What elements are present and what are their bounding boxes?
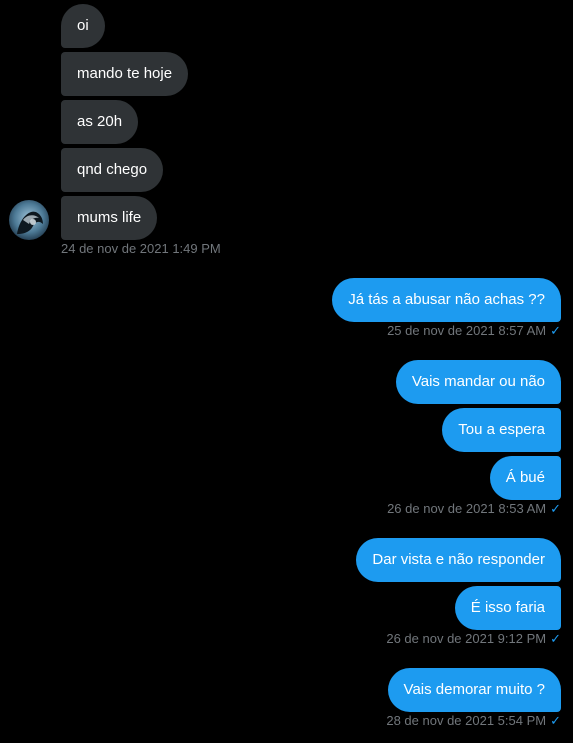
outgoing-message[interactable]: Vais mandar ou não [395, 360, 561, 404]
incoming-message[interactable]: mando te hoje [61, 52, 189, 96]
outgoing-timestamp: 28 de nov de 2021 5:54 PM ✓ [386, 713, 561, 729]
message-text: qnd chego [77, 161, 148, 178]
outgoing-timestamp: 26 de nov de 2021 9:12 PM ✓ [386, 631, 561, 647]
message-text: Vais mandar ou não [411, 373, 545, 390]
outgoing-message[interactable]: É isso faria [454, 586, 561, 630]
message-text: Dar vista e não responder [372, 551, 545, 568]
timestamp-text: 28 de nov de 2021 5:54 PM [386, 713, 547, 728]
message-text: É isso faria [470, 599, 545, 616]
checkmark-icon: ✓ [550, 713, 561, 728]
timestamp-text: 25 de nov de 2021 8:57 AM [387, 323, 547, 338]
message-text: Já tás a abusar não achas ?? [348, 291, 545, 308]
message-text: Á bué [505, 469, 545, 486]
incoming-message[interactable]: oi [61, 4, 105, 48]
message-text: as 20h [77, 113, 123, 130]
outgoing-message[interactable]: Dar vista e não responder [356, 538, 561, 582]
checkmark-icon: ✓ [550, 631, 561, 646]
checkmark-icon: ✓ [550, 323, 561, 338]
outgoing-timestamp: 25 de nov de 2021 8:57 AM ✓ [387, 323, 561, 339]
message-text: mando te hoje [77, 65, 173, 82]
outgoing-message[interactable]: Vais demorar muito ? [387, 668, 561, 712]
outgoing-timestamp: 26 de nov de 2021 8:53 AM ✓ [387, 501, 561, 517]
incoming-message[interactable]: mums life [61, 196, 158, 240]
timestamp-text: 26 de nov de 2021 8:53 AM [387, 501, 547, 516]
outgoing-message[interactable]: Tou a espera [442, 408, 561, 452]
avatar-image [9, 200, 49, 240]
timestamp-text: 26 de nov de 2021 9:12 PM [386, 631, 547, 646]
checkmark-icon: ✓ [550, 501, 561, 516]
message-text: Tou a espera [458, 421, 545, 438]
outgoing-message[interactable]: Á bué [489, 456, 561, 500]
message-text: oi [77, 17, 89, 34]
avatar[interactable] [9, 200, 49, 240]
incoming-message[interactable]: as 20h [61, 100, 139, 144]
message-text: Vais demorar muito ? [403, 681, 545, 698]
outgoing-message[interactable]: Já tás a abusar não achas ?? [332, 278, 561, 322]
incoming-message[interactable]: qnd chego [61, 148, 164, 192]
message-text: mums life [77, 209, 142, 226]
incoming-timestamp: 24 de nov de 2021 1:49 PM [61, 241, 221, 256]
